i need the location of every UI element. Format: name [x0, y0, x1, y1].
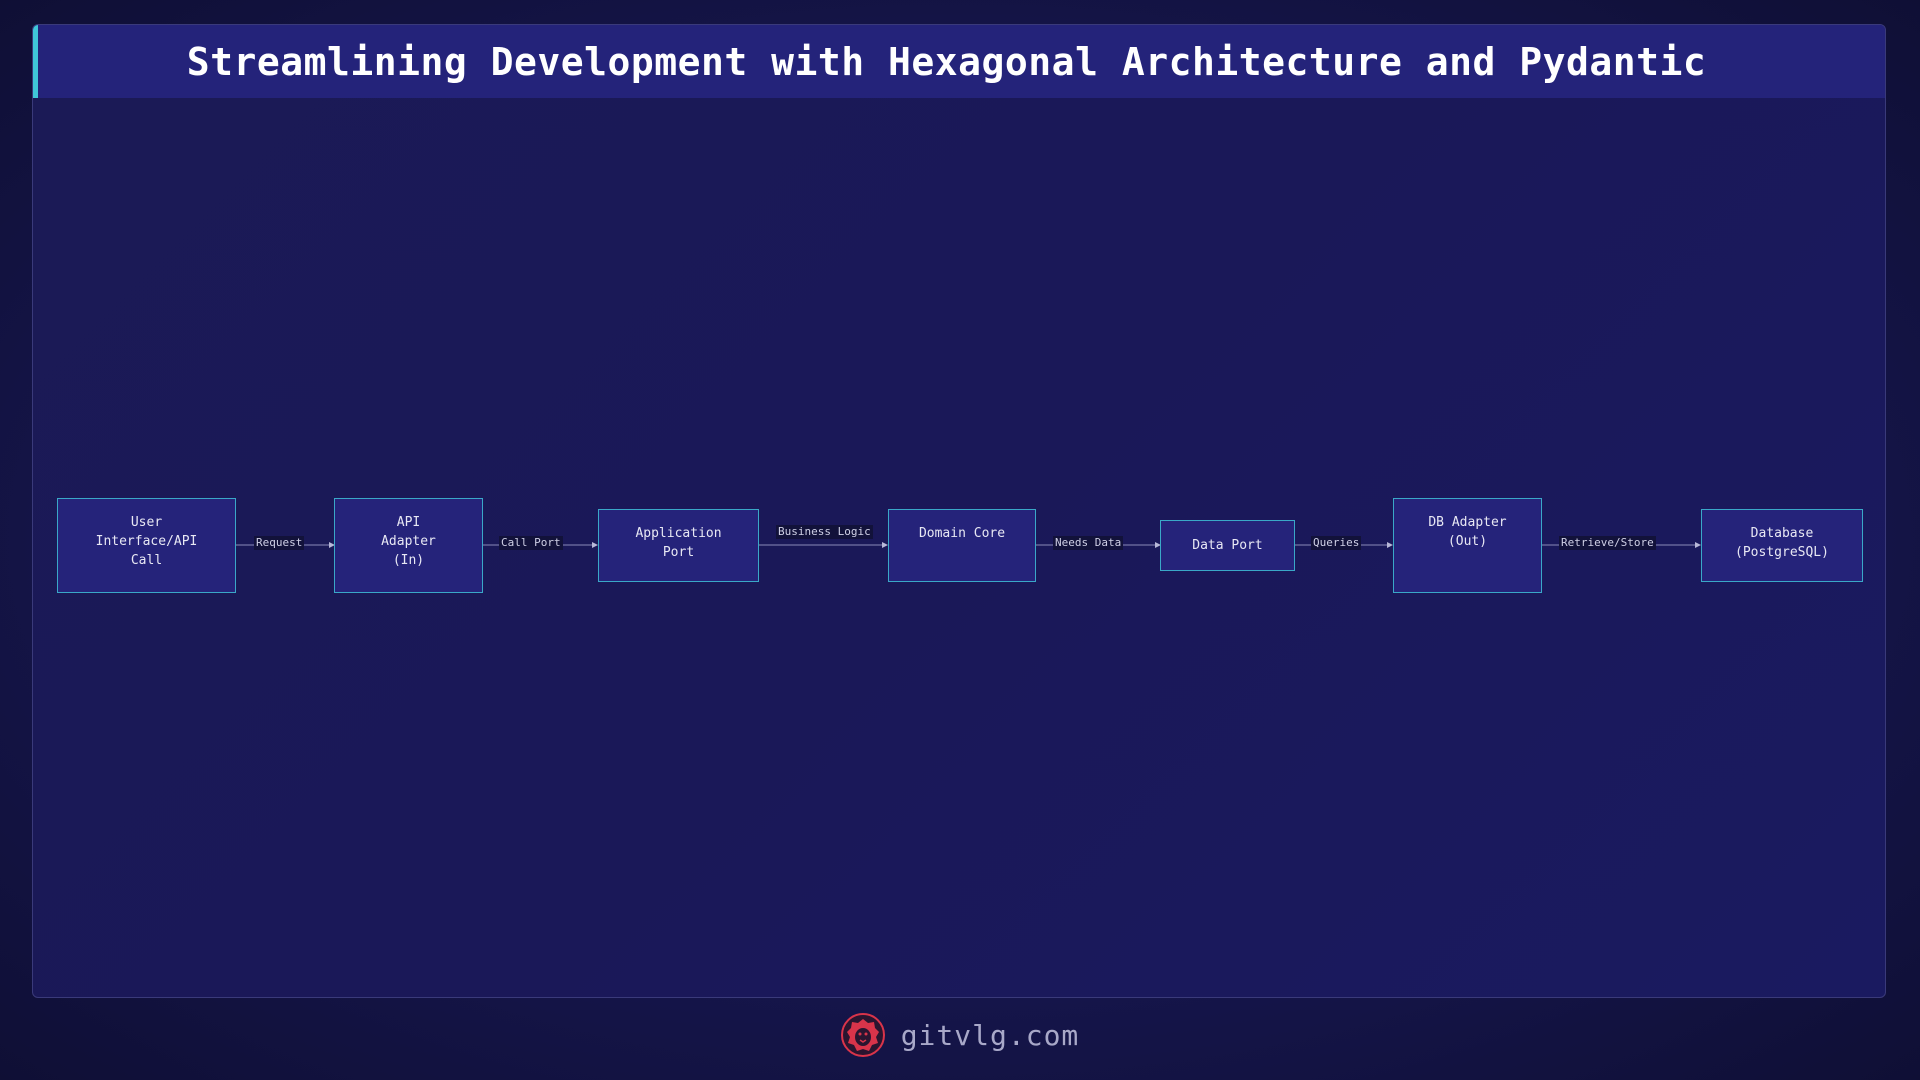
node-database: Database (PostgreSQL)	[1701, 509, 1863, 582]
node-user-interface: User Interface/API Call	[57, 498, 236, 593]
edge-label-retrieve-store: Retrieve/Store	[1559, 536, 1656, 550]
edge-label-request: Request	[254, 536, 305, 550]
footer: gitvlg.com	[0, 1010, 1920, 1060]
node-application-port: Application Port	[598, 509, 759, 582]
node-data-port: Data Port	[1160, 520, 1295, 571]
footer-site[interactable]: gitvlg.com	[901, 1019, 1080, 1052]
node-api-adapter: API Adapter (In)	[334, 498, 483, 593]
edge-label-queries: Queries	[1311, 536, 1362, 550]
page: Streamlining Development with Hexagonal …	[0, 0, 1920, 1080]
node-db-adapter: DB Adapter (Out)	[1393, 498, 1542, 593]
lion-head-icon	[840, 1013, 885, 1057]
edge-label-business-logic: Business Logic	[776, 525, 873, 539]
node-domain-core: Domain Core	[888, 509, 1036, 582]
edge-label-needs-data: Needs Data	[1053, 536, 1124, 550]
edge-label-call-port: Call Port	[499, 536, 563, 550]
